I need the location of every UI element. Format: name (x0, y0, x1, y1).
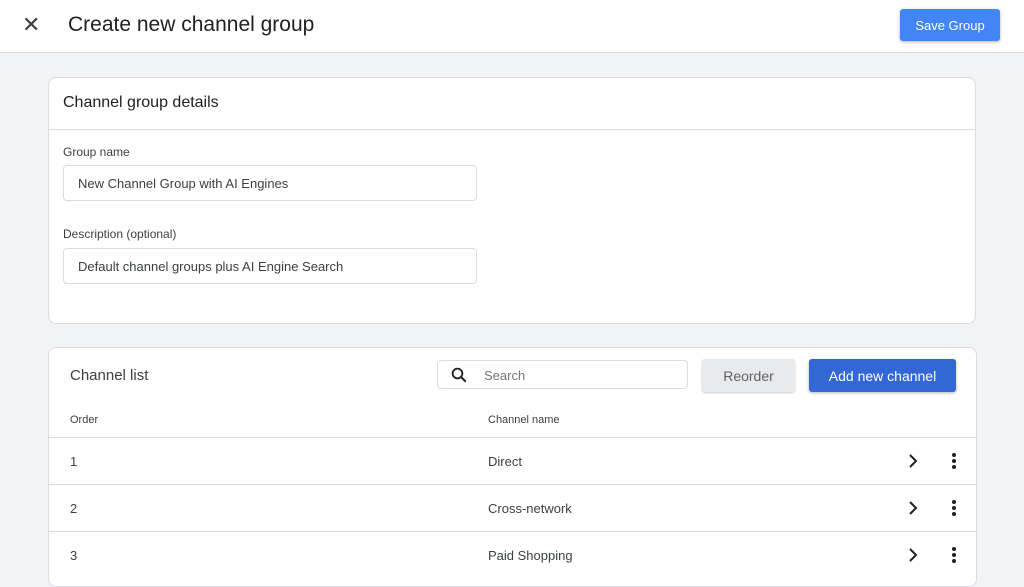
search-field[interactable] (437, 360, 688, 389)
channel-list-card: Channel list Reorder Add new channel Ord… (48, 347, 977, 587)
table-row[interactable]: 1 Direct (49, 437, 976, 484)
more-vert-icon[interactable] (951, 451, 957, 471)
divider (49, 129, 975, 130)
add-new-channel-button[interactable]: Add new channel (809, 359, 956, 392)
top-bar: ✕ Create new channel group Save Group (0, 0, 1024, 53)
chevron-right-icon[interactable] (905, 545, 921, 565)
row-channel-name: Cross-network (488, 501, 572, 516)
card-title: Channel group details (63, 94, 219, 111)
card-title: Channel list (70, 367, 149, 384)
close-icon[interactable]: ✕ (22, 14, 40, 36)
reorder-button[interactable]: Reorder (702, 359, 795, 392)
row-order: 1 (70, 454, 78, 469)
row-order: 3 (70, 548, 78, 563)
channel-group-details-card: Channel group details Group name Descrip… (48, 77, 976, 324)
group-name-label: Group name (63, 145, 130, 159)
table-row[interactable]: 2 Cross-network (49, 484, 976, 531)
row-channel-name: Paid Shopping (488, 548, 573, 563)
chevron-right-icon[interactable] (905, 451, 921, 471)
chevron-right-icon[interactable] (905, 498, 921, 518)
row-order: 2 (70, 501, 78, 516)
column-header-order: Order (70, 414, 99, 426)
description-input[interactable] (63, 248, 477, 284)
more-vert-icon[interactable] (951, 498, 957, 518)
search-input[interactable] (484, 365, 674, 385)
table-row[interactable]: 3 Paid Shopping (49, 531, 976, 578)
more-vert-icon[interactable] (951, 545, 957, 565)
search-icon (451, 367, 467, 383)
description-label: Description (optional) (63, 227, 177, 241)
row-channel-name: Direct (488, 454, 522, 469)
page-title: Create new channel group (68, 13, 315, 36)
group-name-input[interactable] (63, 165, 477, 201)
save-group-button[interactable]: Save Group (900, 9, 1000, 41)
column-header-channel-name: Channel name (488, 414, 560, 426)
